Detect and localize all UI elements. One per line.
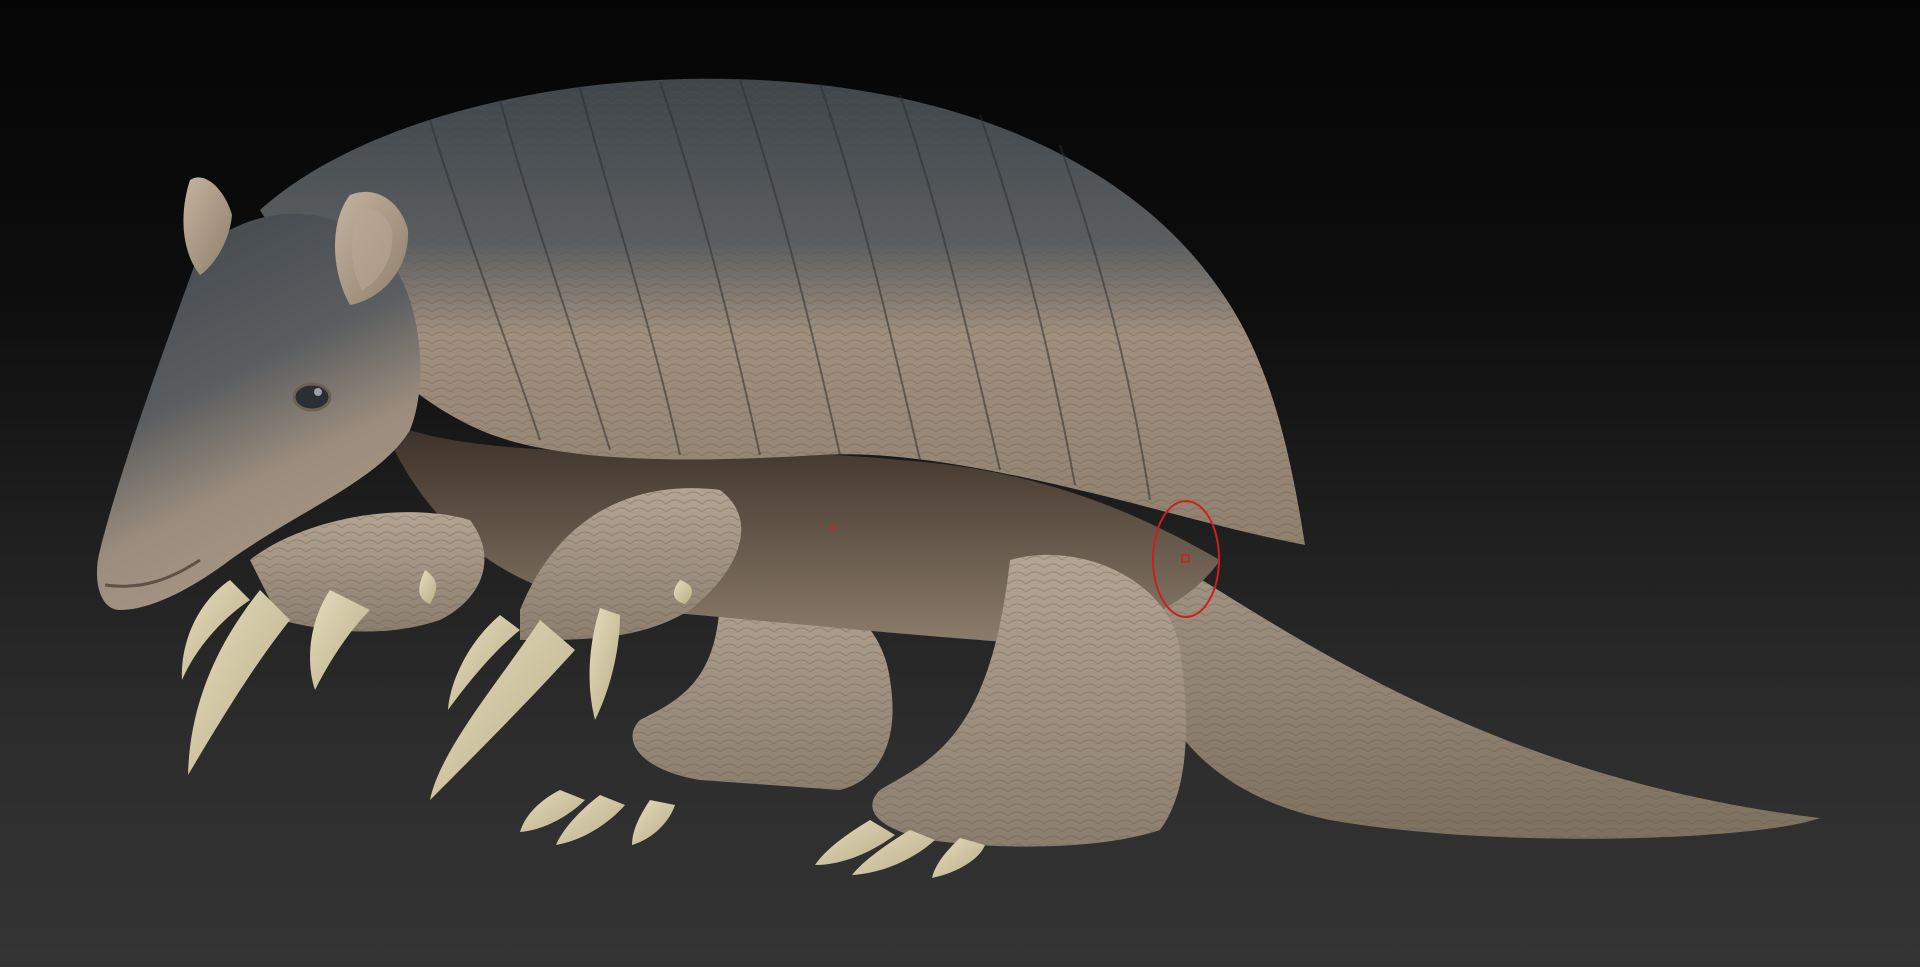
rear-far-claws <box>520 790 675 845</box>
sculpt-scene[interactable] <box>0 0 1920 967</box>
zbrush-canvas-viewport[interactable] <box>0 0 1920 967</box>
eye <box>292 382 332 412</box>
